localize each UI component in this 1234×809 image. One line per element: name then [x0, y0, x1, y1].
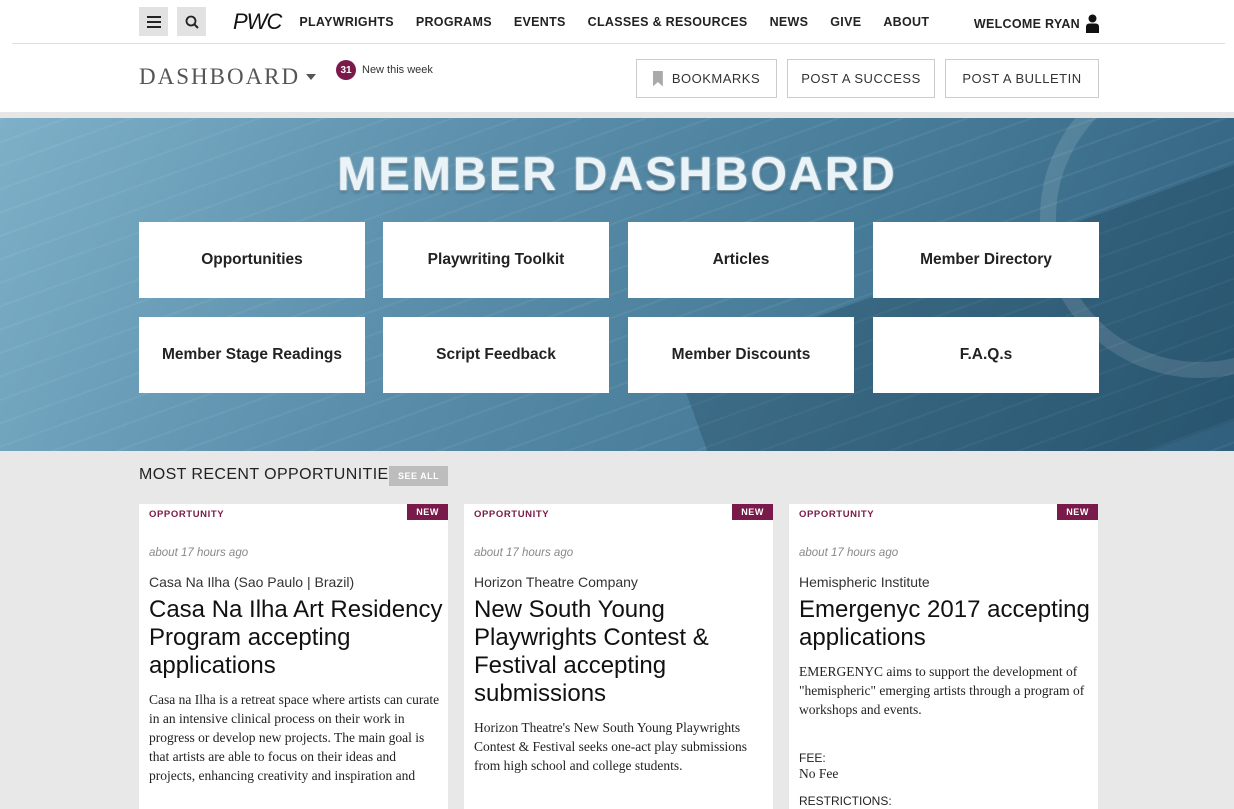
post-success-button[interactable]: POST A SUCCESS	[787, 59, 935, 98]
nav-link-events[interactable]: EVENTS	[514, 15, 566, 29]
see-all-button[interactable]: SEE ALL	[389, 466, 449, 486]
opportunity-card[interactable]: OPPORTUNITY NEW about 17 hours ago Casa …	[139, 504, 448, 809]
site-logo[interactable]: PWC	[233, 9, 282, 35]
card-type: OPPORTUNITY	[799, 509, 875, 520]
card-timestamp: about 17 hours ago	[474, 547, 574, 559]
top-nav: PWC PLAYWRIGHTS PROGRAMS EVENTS CLASSES …	[139, 6, 1099, 37]
nav-links: PLAYWRIGHTS PROGRAMS EVENTS CLASSES & RE…	[299, 15, 951, 29]
hero-title: MEMBER DASHBOARD	[337, 147, 897, 200]
user-icon	[1086, 14, 1099, 33]
tile-member-stage-readings[interactable]: Member Stage Readings	[139, 317, 365, 393]
dashboard-title: DASHBOARD	[139, 64, 301, 89]
card-timestamp: about 17 hours ago	[799, 547, 899, 559]
card-organization[interactable]: Hemispheric Institute	[799, 574, 930, 590]
card-description: EMERGENYC aims to support the developmen…	[799, 664, 1085, 717]
card-organization[interactable]: Casa Na Ilha (Sao Paulo | Brazil)	[149, 574, 354, 590]
dashboard-dropdown[interactable]: DASHBOARD	[139, 64, 317, 90]
restrictions-label: RESTRICTIONS:	[799, 794, 892, 808]
tile-opportunities[interactable]: Opportunities	[139, 222, 365, 298]
nav-link-programs[interactable]: PROGRAMS	[416, 15, 492, 29]
search-button[interactable]	[177, 7, 206, 36]
menu-button[interactable]	[139, 7, 168, 36]
new-badge: NEW	[407, 504, 448, 520]
nav-link-about[interactable]: ABOUT	[883, 15, 929, 29]
tile-faqs[interactable]: F.A.Q.s	[873, 317, 1099, 393]
card-description: Casa na Ilha is a retreat space where ar…	[149, 692, 440, 783]
caret-down-icon	[306, 74, 317, 80]
tile-member-directory[interactable]: Member Directory	[873, 222, 1099, 298]
card-title[interactable]: Casa Na Ilha Art Residency Program accep…	[149, 596, 444, 680]
post-bulletin-button[interactable]: POST A BULLETIN	[945, 59, 1099, 98]
new-badge: NEW	[732, 504, 773, 520]
new-count-badge: 31	[336, 60, 356, 80]
bookmarks-label: BOOKMARKS	[671, 71, 761, 86]
fee-value: No Fee	[799, 766, 839, 781]
nav-link-playwrights[interactable]: PLAYWRIGHTS	[299, 15, 394, 29]
card-type: OPPORTUNITY	[474, 509, 550, 520]
user-menu[interactable]: WELCOME RYAN	[974, 14, 1099, 33]
search-icon	[185, 15, 199, 29]
new-this-week-label: New this week	[362, 64, 433, 76]
card-timestamp: about 17 hours ago	[149, 547, 249, 559]
opportunity-card[interactable]: OPPORTUNITY NEW about 17 hours ago Hemis…	[789, 504, 1098, 809]
bookmark-icon	[652, 70, 663, 87]
tile-playwriting-toolkit[interactable]: Playwriting Toolkit	[383, 222, 609, 298]
post-bulletin-label: POST A BULLETIN	[962, 71, 1082, 86]
post-success-label: POST A SUCCESS	[801, 71, 921, 86]
tile-script-feedback[interactable]: Script Feedback	[383, 317, 609, 393]
nav-divider	[12, 43, 1225, 44]
bookmarks-button[interactable]: BOOKMARKS	[636, 59, 777, 98]
hero-banner: MEMBER DASHBOARD Opportunities Playwriti…	[0, 118, 1234, 451]
new-badge: NEW	[1057, 504, 1098, 520]
nav-link-classes-resources[interactable]: CLASSES & RESOURCES	[588, 15, 748, 29]
opportunity-card[interactable]: OPPORTUNITY NEW about 17 hours ago Horiz…	[464, 504, 773, 809]
card-type: OPPORTUNITY	[149, 509, 225, 520]
tile-member-discounts[interactable]: Member Discounts	[628, 317, 854, 393]
section-title: MOST RECENT OPPORTUNITIES	[139, 466, 400, 483]
card-title[interactable]: New South Young Playwrights Contest & Fe…	[474, 596, 769, 708]
nav-link-give[interactable]: GIVE	[830, 15, 861, 29]
fee-label: FEE:	[799, 751, 826, 765]
nav-link-news[interactable]: NEWS	[770, 15, 809, 29]
new-this-week[interactable]: 31 New this week	[336, 60, 433, 80]
card-title[interactable]: Emergenyc 2017 accepting applications	[799, 596, 1094, 652]
tile-articles[interactable]: Articles	[628, 222, 854, 298]
card-description: Horizon Theatre's New South Young Playwr…	[474, 720, 747, 773]
card-organization[interactable]: Horizon Theatre Company	[474, 574, 638, 590]
welcome-text: WELCOME RYAN	[973, 16, 1080, 31]
hamburger-icon	[146, 15, 161, 28]
